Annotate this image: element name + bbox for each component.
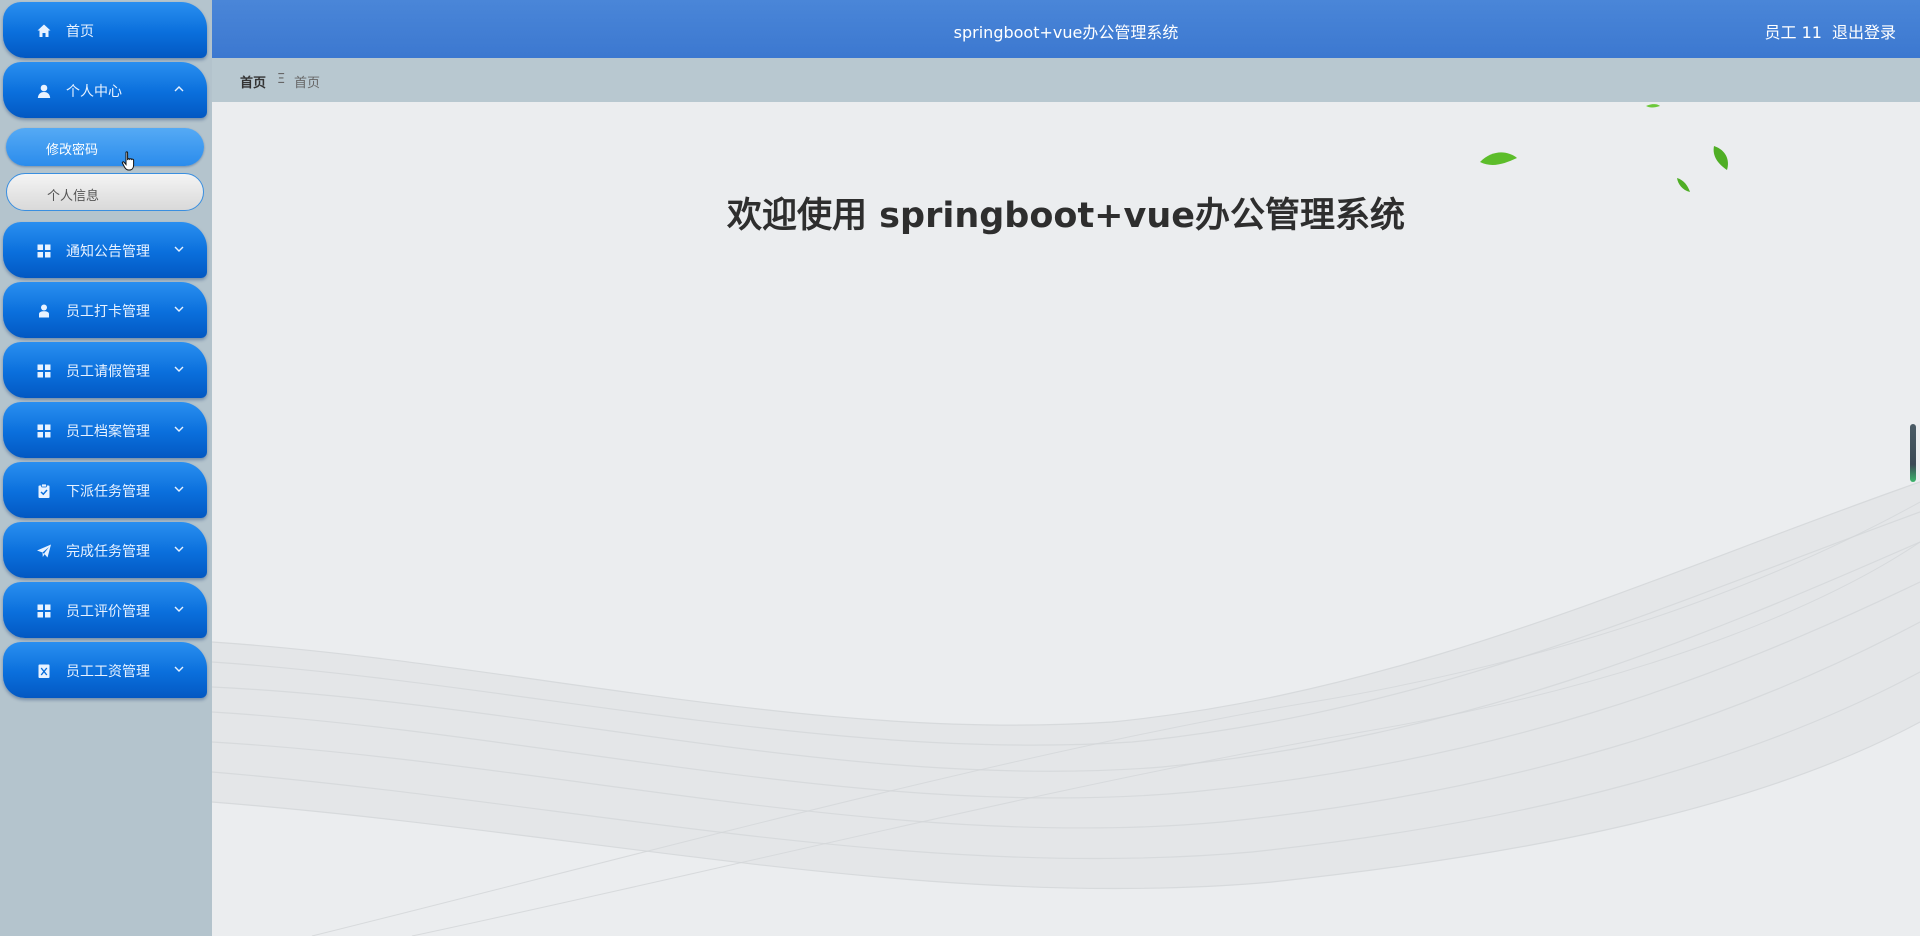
- home-icon: [37, 24, 51, 37]
- sidebar-item-label: 员工档案管理: [66, 424, 150, 440]
- chevron-down-icon: [174, 486, 184, 492]
- grid-icon: [37, 424, 51, 438]
- main-content: 欢迎使用 springboot+vue办公管理系统: [212, 102, 1920, 936]
- sidebar-item-home[interactable]: 首页: [3, 2, 207, 58]
- sidebar-item-label: 个人中心: [66, 84, 122, 100]
- chevron-down-icon: [174, 246, 184, 252]
- hand-cursor-icon: [121, 151, 135, 171]
- grid-icon: [37, 364, 51, 378]
- welcome-heading: 欢迎使用 springboot+vue办公管理系统: [727, 196, 1405, 236]
- chevron-up-icon: [174, 86, 184, 92]
- sidebar-subitem-personal-info[interactable]: 个人信息: [6, 173, 204, 211]
- sidebar-item-salary[interactable]: 员工工资管理: [3, 642, 207, 698]
- app-title: springboot+vue办公管理系统: [953, 23, 1179, 42]
- grid-icon: [37, 244, 51, 258]
- sidebar-item-label: 首页: [66, 24, 94, 40]
- logout-link[interactable]: 退出登录: [1832, 23, 1896, 42]
- chevron-down-icon: [174, 306, 184, 312]
- current-user: 员工 11: [1764, 23, 1822, 42]
- send-icon: [37, 544, 51, 558]
- breadcrumb-current: 首页: [294, 76, 321, 91]
- sidebar-item-label: 员工工资管理: [66, 664, 150, 680]
- breadcrumb: 首页 Ξ 首页: [212, 58, 1920, 102]
- header-user-area: 员工 11 退出登录: [1755, 19, 1896, 43]
- chevron-down-icon: [174, 666, 184, 672]
- sidebar-item-assign-task[interactable]: 下派任务管理: [3, 462, 207, 518]
- sidebar-item-complete-task[interactable]: 完成任务管理: [3, 522, 207, 578]
- chevron-down-icon: [174, 546, 184, 552]
- sidebar-subitem-label: 个人信息: [47, 189, 100, 204]
- sidebar-subitem-change-password[interactable]: 修改密码: [6, 128, 204, 171]
- sidebar-item-label: 员工打卡管理: [66, 304, 150, 320]
- sidebar-item-label: 下派任务管理: [66, 484, 150, 500]
- sidebar-item-leave[interactable]: 员工请假管理: [3, 342, 207, 398]
- sidebar-item-label: 通知公告管理: [66, 244, 150, 260]
- grid-icon: [37, 604, 51, 618]
- sidebar-subitem-label: 修改密码: [46, 143, 99, 158]
- sidebar-item-label: 员工评价管理: [66, 604, 150, 620]
- sidebar-item-notice[interactable]: 通知公告管理: [3, 222, 207, 278]
- chevron-down-icon: [174, 606, 184, 612]
- breadcrumb-separator: Ξ: [277, 72, 286, 87]
- sidebar-item-label: 完成任务管理: [66, 544, 150, 560]
- sidebar-item-label: 员工请假管理: [66, 364, 150, 380]
- sidebar-item-evaluation[interactable]: 员工评价管理: [3, 582, 207, 638]
- scrollbar-thumb[interactable]: [1910, 424, 1916, 482]
- leaf-decoration: [1480, 104, 1728, 192]
- sidebar-item-attendance[interactable]: 员工打卡管理: [3, 282, 207, 338]
- breadcrumb-home[interactable]: 首页: [240, 72, 266, 91]
- chevron-down-icon: [174, 426, 184, 432]
- top-header: springboot+vue办公管理系统 员工 11 退出登录: [212, 0, 1920, 58]
- clipboard-icon: [38, 483, 50, 498]
- person-icon: [39, 304, 49, 318]
- receipt-icon: [38, 664, 50, 678]
- sidebar: 首页 个人中心 修改密码 个人信息 通知公告管理 员工打卡管理 员工请假管理 员…: [0, 0, 210, 936]
- sidebar-item-archive[interactable]: 员工档案管理: [3, 402, 207, 458]
- user-icon: [37, 84, 51, 98]
- chevron-down-icon: [174, 366, 184, 372]
- sidebar-item-personal-center[interactable]: 个人中心: [3, 62, 207, 118]
